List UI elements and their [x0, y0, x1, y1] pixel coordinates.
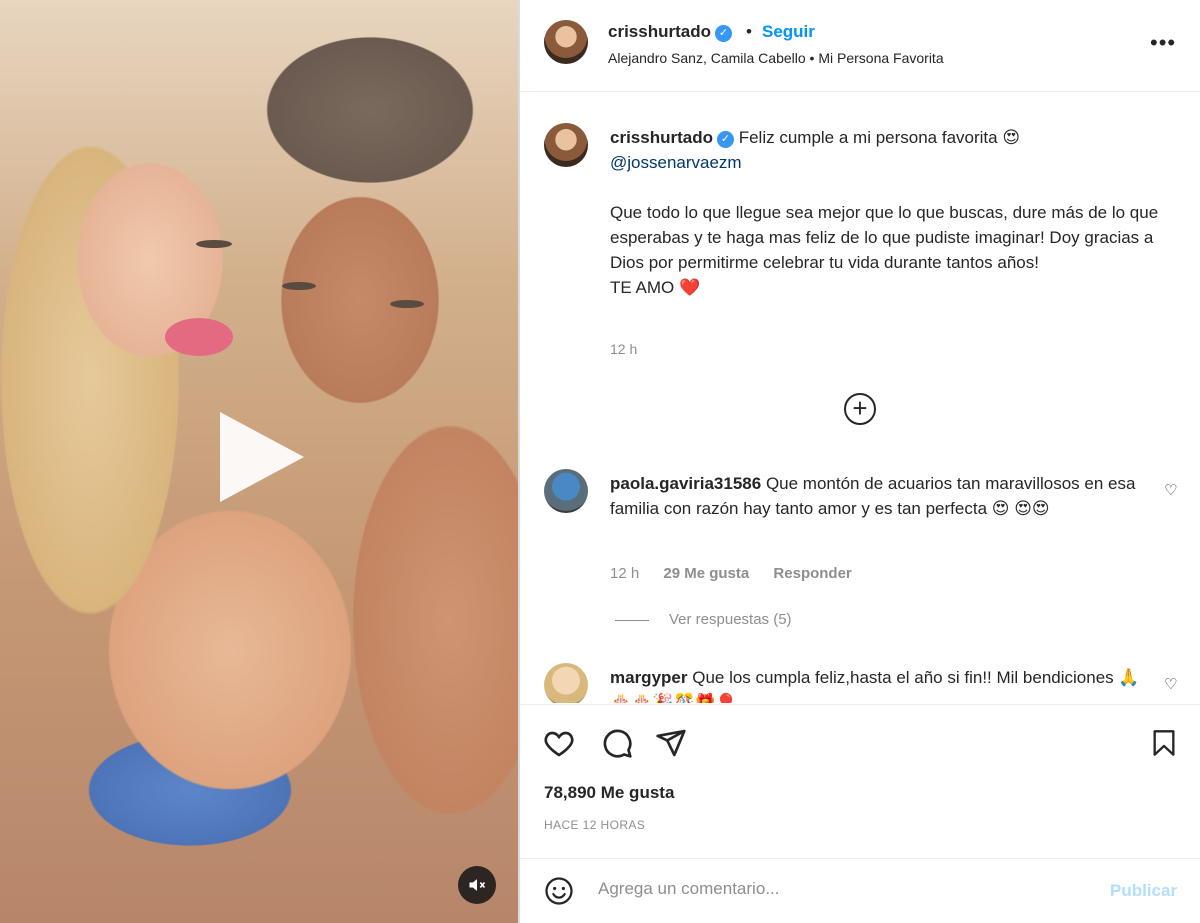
avatar[interactable] [544, 123, 588, 167]
follow-button[interactable]: Seguir [762, 22, 815, 42]
comment-username[interactable]: paola.gaviria31586 [610, 474, 761, 493]
bookmark-icon[interactable] [1150, 727, 1178, 759]
post-time-ago[interactable]: HACE 12 HORAS [544, 818, 645, 832]
avatar[interactable] [544, 663, 588, 703]
comment-text: margyper Que los cumpla feliz,hasta el a… [610, 665, 1150, 703]
post-caption: crisshurtado ✓ Feliz cumple a mi persona … [610, 125, 1170, 300]
post-header: crisshurtado ✓ • Seguir Alejandro Sanz, C… [520, 0, 1200, 92]
mention-link[interactable]: @jossenarvaezm [610, 153, 742, 172]
video-frame-detail [390, 300, 424, 308]
video-player[interactable] [0, 0, 518, 923]
comment-composer: Publicar [520, 858, 1200, 923]
caption-body: Que todo lo que llegue sea mejor que lo … [610, 203, 1159, 272]
view-replies-button[interactable]: Ver respuestas (5) [615, 611, 792, 628]
avatar[interactable] [544, 469, 588, 513]
comment-icon[interactable] [600, 727, 634, 759]
heart-icon[interactable]: ♡ [1164, 675, 1177, 693]
caption-line: Feliz cumple a mi persona favorita 😍 [738, 128, 1021, 147]
emoji-icon[interactable] [544, 876, 574, 906]
instagram-post-modal: crisshurtado ✓ • Seguir Alejandro Sanz, C… [0, 0, 1200, 923]
publish-button[interactable]: Publicar [1110, 881, 1177, 901]
comment-text: paola.gaviria31586 Que montón de acuario… [610, 471, 1150, 521]
send-icon[interactable] [654, 727, 688, 759]
comments-section[interactable]: crisshurtado ✓ Feliz cumple a mi persona … [520, 93, 1200, 703]
verified-icon: ✓ [714, 25, 732, 42]
music-info[interactable]: Alejandro Sanz, Camila Cabello • Mi Pers… [608, 50, 944, 66]
comment-meta: 12 h 29 Me gusta Responder [610, 565, 872, 582]
heart-icon[interactable]: ♡ [1164, 481, 1177, 499]
caption-username[interactable]: crisshurtado [610, 128, 713, 147]
video-frame-detail [196, 240, 232, 248]
comment-time[interactable]: 12 h [610, 565, 639, 582]
caption-timestamp[interactable]: 12 h [610, 341, 637, 357]
heart-icon[interactable] [542, 727, 576, 759]
comment-body: Que los cumpla feliz,hasta el año si fin… [610, 668, 1140, 703]
username[interactable]: crisshurtado [608, 22, 711, 41]
reply-button[interactable]: Responder [773, 565, 851, 582]
mute-icon[interactable] [458, 866, 496, 904]
separator-dot: • [746, 22, 752, 41]
comment-input[interactable] [598, 879, 1068, 899]
post-details-panel: crisshurtado ✓ • Seguir Alejandro Sanz, C… [520, 0, 1200, 923]
plus-circle-icon[interactable]: + [844, 393, 876, 425]
comment-username[interactable]: margyper [610, 668, 687, 687]
view-replies-label[interactable]: Ver respuestas (5) [669, 611, 792, 628]
avatar[interactable] [544, 20, 588, 64]
video-frame-detail [165, 318, 233, 356]
likes-count[interactable]: 78,890 Me gusta [544, 783, 674, 803]
replies-line [615, 619, 649, 621]
verified-icon: ✓ [716, 131, 734, 148]
post-actions: 78,890 Me gusta HACE 12 HORAS [520, 704, 1200, 859]
play-icon[interactable] [220, 412, 304, 502]
video-frame-detail [282, 282, 316, 290]
more-options-icon[interactable]: ••• [1150, 30, 1176, 56]
comment-likes[interactable]: 29 Me gusta [663, 565, 749, 582]
username-link[interactable]: crisshurtado ✓ [608, 22, 732, 42]
caption-closing: TE AMO ❤️ [610, 278, 701, 297]
